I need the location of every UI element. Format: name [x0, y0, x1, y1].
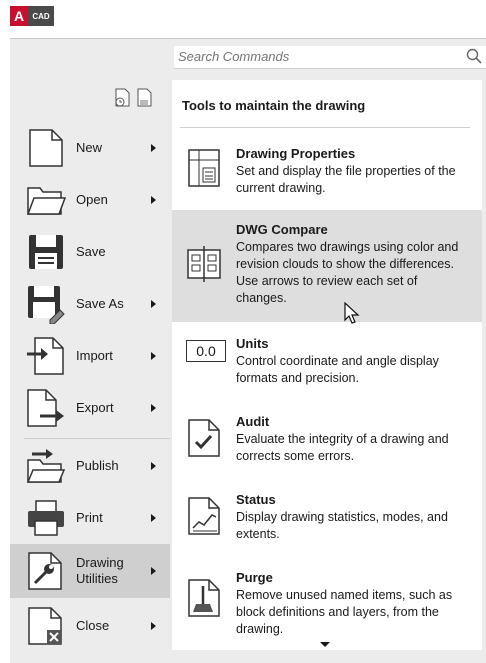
- tool-description: Control coordinate and angle display for…: [236, 354, 439, 385]
- search-input[interactable]: [174, 46, 458, 66]
- panel-divider: [180, 127, 470, 128]
- submenu-arrow-icon: [151, 352, 156, 360]
- submenu-arrow-icon: [151, 514, 156, 522]
- tool-name: DWG Compare: [236, 222, 328, 237]
- menu-item-label: Drawing Utilities: [76, 555, 124, 586]
- tool-description: Compares two drawings using color and re…: [236, 240, 459, 305]
- menu-item-open[interactable]: Open: [10, 174, 170, 226]
- import-icon: [24, 334, 68, 378]
- search-bar: [174, 46, 486, 69]
- publish-icon: [24, 444, 68, 488]
- save-as-icon: [24, 282, 68, 326]
- menu-item-label: Close: [76, 618, 110, 633]
- app-logo[interactable]: A CAD: [10, 6, 56, 26]
- search-icon[interactable]: [466, 48, 482, 69]
- submenu-arrow-icon: [151, 196, 156, 204]
- menu-item-label: Export: [76, 400, 114, 415]
- tool-name: Purge: [236, 570, 273, 585]
- recent-documents-icon[interactable]: [114, 88, 132, 113]
- panel-title: Tools to maintain the drawing: [182, 98, 366, 113]
- tool-description: Display drawing statistics, modes, and e…: [236, 510, 448, 541]
- menu-item-new[interactable]: New: [10, 122, 170, 174]
- open-folder-icon: [24, 178, 68, 222]
- submenu-arrow-icon: [151, 404, 156, 412]
- app-logo-letter: A: [10, 6, 28, 26]
- open-documents-icon[interactable]: [136, 88, 154, 113]
- submenu-arrow-icon: [151, 462, 156, 470]
- menu-item-label: Save As: [76, 296, 124, 311]
- tool-status[interactable]: Status Display drawing statistics, modes…: [172, 482, 482, 554]
- audit-icon: [186, 418, 222, 458]
- tool-name: Audit: [236, 414, 270, 429]
- menu-item-drawing-utilities[interactable]: Drawing Utilities: [10, 544, 170, 598]
- menu-item-label: New: [76, 140, 103, 155]
- scroll-down-arrow-icon[interactable]: [320, 642, 330, 647]
- printer-icon: [24, 496, 68, 540]
- menu-item-save-as[interactable]: Save As: [10, 278, 170, 330]
- purge-icon: [186, 578, 222, 618]
- units-icon: 0.0: [186, 340, 226, 362]
- mouse-pointer-icon: [344, 301, 360, 329]
- status-icon: [186, 496, 222, 536]
- submenu-arrow-icon: [151, 567, 156, 575]
- submenu-arrow-icon: [151, 300, 156, 308]
- tool-units[interactable]: 0.0 Units Control coordinate and angle d…: [172, 326, 482, 398]
- app-logo-text: CAD: [28, 6, 54, 26]
- tool-audit[interactable]: Audit Evaluate the integrity of a drawin…: [172, 404, 482, 476]
- close-document-icon: [24, 604, 68, 648]
- menu-item-export[interactable]: Export: [10, 382, 170, 434]
- export-icon: [24, 386, 68, 430]
- tool-drawing-properties[interactable]: Drawing Properties Set and display the f…: [172, 138, 482, 206]
- menu-item-label: Save: [76, 244, 106, 259]
- menu-item-close[interactable]: Close: [10, 600, 170, 652]
- save-floppy-icon: [24, 230, 68, 274]
- submenu-arrow-icon: [151, 144, 156, 152]
- menu-item-save[interactable]: Save: [10, 226, 170, 278]
- menu-item-label: Publish: [76, 458, 119, 473]
- submenu-arrow-icon: [151, 622, 156, 630]
- tool-description: Evaluate the integrity of a drawing and …: [236, 432, 449, 463]
- drawing-utilities-wrench-icon: [24, 549, 68, 593]
- menu-item-label: Open: [76, 192, 108, 207]
- tool-name: Drawing Properties: [236, 146, 356, 161]
- tool-dwg-compare[interactable]: DWG Compare Compares two drawings using …: [172, 210, 482, 322]
- drawing-properties-icon: [186, 148, 222, 188]
- menu-item-print[interactable]: Print: [10, 492, 170, 544]
- dwg-compare-icon: [186, 244, 222, 284]
- menu-item-import[interactable]: Import: [10, 330, 170, 382]
- menu-divider: [24, 438, 170, 439]
- recent-documents-toolbar: [114, 88, 154, 113]
- menu-item-label: Print: [76, 510, 103, 525]
- tool-description: Remove unused named items, such as block…: [236, 588, 453, 636]
- tool-description: Set and display the file properties of t…: [236, 164, 456, 195]
- tool-name: Units: [236, 336, 269, 351]
- new-document-icon: [24, 126, 68, 170]
- tool-purge[interactable]: Purge Remove unused named items, such as…: [172, 560, 482, 642]
- menu-item-label: Import: [76, 348, 113, 363]
- tool-name: Status: [236, 492, 276, 507]
- menu-item-publish[interactable]: Publish: [10, 440, 170, 492]
